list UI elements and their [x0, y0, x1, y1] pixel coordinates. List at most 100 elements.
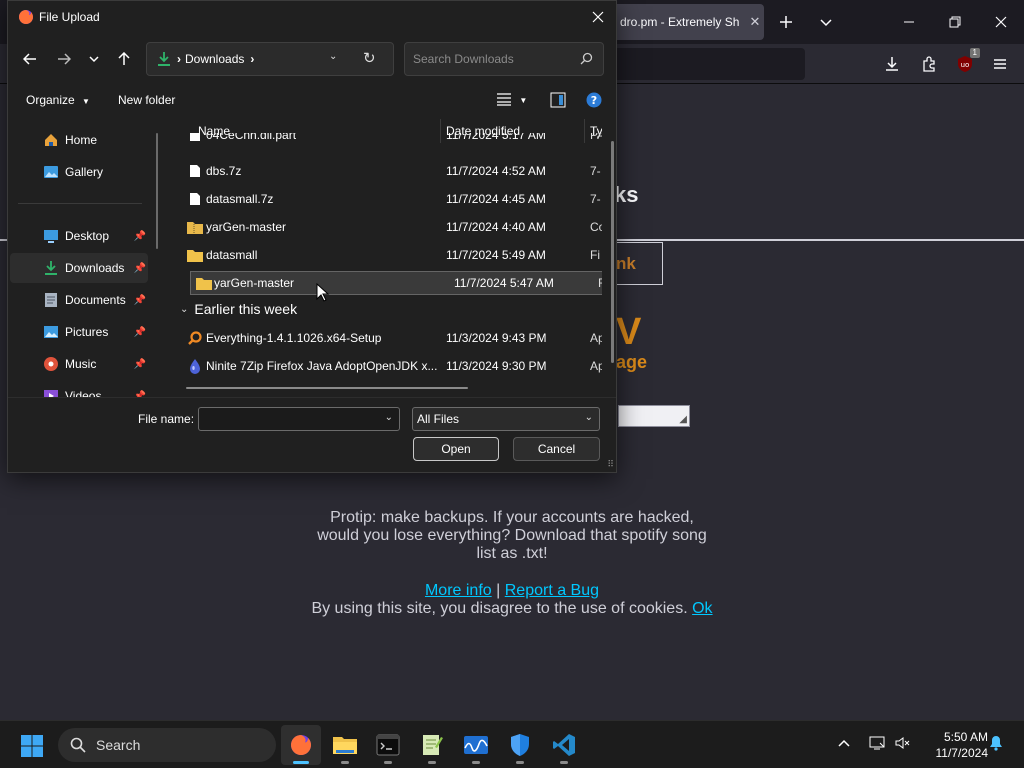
- nav-item-gallery[interactable]: Gallery: [10, 157, 148, 187]
- nav-item-videos[interactable]: Videos 📌: [10, 381, 148, 397]
- file-row[interactable]: datasmall 11/7/2024 5:49 AM Fi: [182, 243, 602, 267]
- taskbar-vscode[interactable]: [544, 725, 584, 765]
- file-row[interactable]: 04CeCnh.dll.part 11/7/2024 5:17 AM PA: [182, 133, 602, 149]
- cancel-button[interactable]: Cancel: [513, 437, 600, 461]
- report-bug-link[interactable]: Report a Bug: [505, 582, 599, 599]
- running-indicator: [341, 761, 349, 764]
- file-row[interactable]: Ninite 7Zip Firefox Java AdoptOpenJDK x.…: [182, 354, 602, 378]
- pin-icon[interactable]: 📌: [134, 295, 146, 306]
- hamburger-menu-icon[interactable]: [988, 52, 1012, 76]
- refresh-icon[interactable]: ↻: [363, 49, 376, 67]
- close-window-button[interactable]: [978, 0, 1024, 44]
- url-bar[interactable]: [600, 48, 805, 80]
- chevron-down-icon: [89, 56, 99, 63]
- nav-pane-scrollbar[interactable]: [156, 133, 158, 249]
- address-bar[interactable]: › Downloads › ⌄ ↻: [146, 42, 394, 76]
- file-row[interactable]: yarGen-master 11/7/2024 4:40 AM Co: [182, 215, 602, 239]
- notification-bell-icon[interactable]: [988, 735, 1004, 754]
- group-header-earlier-this-week[interactable]: ⌄ Earlier this week: [180, 298, 297, 320]
- taskbar-terminal[interactable]: [368, 725, 408, 765]
- taskbar-search-label: Search: [96, 737, 141, 753]
- new-tab-button[interactable]: [772, 8, 800, 36]
- system-clock[interactable]: 5:50 AM 11/7/2024: [918, 729, 989, 761]
- pin-icon[interactable]: 📌: [134, 263, 146, 274]
- file-type-filter[interactable]: All Files ⌄: [412, 407, 600, 431]
- search-input[interactable]: [413, 52, 573, 66]
- file-type: Co: [590, 220, 602, 234]
- up-button[interactable]: [112, 47, 136, 71]
- nav-item-desktop[interactable]: Desktop 📌: [10, 221, 148, 251]
- new-folder-button[interactable]: New folder: [118, 93, 175, 107]
- resize-grip-icon[interactable]: ⠿: [607, 459, 614, 470]
- dialog-navigation-bar: › Downloads › ⌄ ↻: [8, 41, 616, 77]
- file-date: 11/7/2024 5:17 AM: [446, 133, 546, 142]
- view-options-button[interactable]: ▼: [496, 92, 527, 109]
- taskbar-firefox[interactable]: [281, 725, 321, 765]
- taskbar-windows-security[interactable]: [500, 725, 540, 765]
- firefox-logo-icon: [19, 10, 33, 24]
- file-name-input[interactable]: [199, 408, 369, 430]
- pin-icon[interactable]: 📌: [134, 327, 146, 338]
- notepad-plus-plus-icon: [423, 735, 443, 755]
- minimize-button[interactable]: [886, 0, 932, 44]
- dialog-close-button[interactable]: [586, 5, 610, 29]
- terminal-icon: [376, 734, 400, 756]
- cookie-notice: By using this site, you disagree to the …: [262, 600, 762, 618]
- windows-start-icon[interactable]: [20, 734, 44, 758]
- extensions-icon[interactable]: [917, 52, 941, 76]
- file-row[interactable]: Everything-1.4.1.1026.x64-Setup 11/3/202…: [182, 326, 602, 350]
- clock-time: 5:50 AM: [943, 730, 988, 744]
- tab-dro-pm[interactable]: dro.pm - Extremely Sh ✕: [612, 4, 764, 40]
- dialog-titlebar[interactable]: File Upload: [8, 1, 616, 33]
- restore-button[interactable]: [932, 0, 978, 44]
- file-type: Fi: [590, 248, 600, 262]
- file-list-horizontal-scrollbar[interactable]: [186, 387, 468, 389]
- tab-title: dro.pm - Extremely Sh: [620, 15, 740, 29]
- file-name-label: File name:: [138, 412, 195, 426]
- recent-locations-button[interactable]: [82, 47, 106, 71]
- running-indicator: [293, 761, 309, 764]
- file-row-selected[interactable]: yarGen-master 11/7/2024 5:47 AM Fi: [190, 271, 602, 295]
- show-hidden-icons-chevron-icon[interactable]: [838, 735, 850, 751]
- breadcrumb-downloads[interactable]: Downloads: [185, 52, 244, 66]
- help-button[interactable]: ?: [586, 92, 602, 111]
- pin-icon[interactable]: 📌: [134, 359, 146, 370]
- forward-button[interactable]: [52, 47, 76, 71]
- ublock-origin-icon[interactable]: uo 1: [953, 48, 980, 76]
- pin-icon[interactable]: 📌: [134, 231, 146, 242]
- search-box[interactable]: [404, 42, 604, 76]
- nav-item-music[interactable]: Music 📌: [10, 349, 148, 379]
- tab-close-icon[interactable]: ✕: [746, 14, 764, 30]
- cookie-ok-link[interactable]: Ok: [692, 600, 712, 617]
- file-row[interactable]: datasmall.7z 11/7/2024 4:45 AM 7-: [182, 187, 602, 211]
- everything-app-icon: [186, 330, 204, 346]
- page-text-input[interactable]: ◢: [618, 405, 690, 427]
- list-tabs-button[interactable]: [812, 8, 840, 36]
- more-info-link[interactable]: More info: [425, 582, 492, 599]
- nav-item-pictures[interactable]: Pictures 📌: [10, 317, 148, 347]
- taskbar-notepad-plus-plus[interactable]: [412, 725, 452, 765]
- file-name-combobox[interactable]: ⌄: [198, 407, 400, 431]
- network-icon[interactable]: [868, 735, 886, 754]
- breadcrumb-chevron-icon[interactable]: ›: [250, 52, 254, 66]
- nav-item-downloads[interactable]: Downloads 📌: [10, 253, 148, 283]
- open-button[interactable]: Open: [413, 437, 499, 461]
- nav-item-documents[interactable]: Documents 📌: [10, 285, 148, 315]
- help-icon: ?: [586, 92, 602, 108]
- address-dropdown-icon[interactable]: ⌄: [329, 51, 337, 62]
- back-button[interactable]: [18, 47, 42, 71]
- volume-muted-icon[interactable]: [894, 735, 910, 754]
- taskbar-wireshark-like-app[interactable]: [456, 725, 496, 765]
- page-link-box[interactable]: nk: [610, 242, 663, 285]
- file-list-scrollbar[interactable]: [611, 141, 614, 363]
- chevron-down-icon[interactable]: ⌄: [385, 412, 393, 423]
- file-row[interactable]: dbs.7z 11/7/2024 4:52 AM 7-: [182, 159, 602, 183]
- arrow-left-icon: [23, 53, 36, 65]
- taskbar-search-box[interactable]: Search: [58, 728, 276, 762]
- downloads-icon[interactable]: [880, 52, 904, 76]
- nav-item-home[interactable]: Home: [10, 125, 148, 155]
- home-icon: [42, 131, 60, 149]
- taskbar-file-explorer[interactable]: [325, 725, 365, 765]
- preview-pane-button[interactable]: [550, 92, 566, 111]
- organize-button[interactable]: Organize ▼: [26, 93, 90, 107]
